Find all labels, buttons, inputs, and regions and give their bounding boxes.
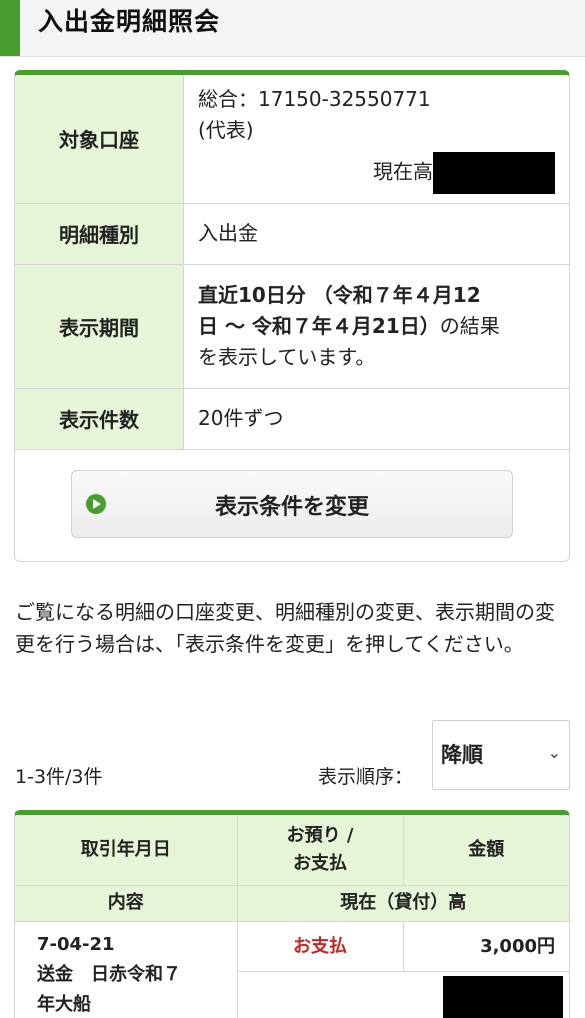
row-amount: 3,000円: [403, 921, 569, 972]
row-detail-cell: 7-04-21 送金 日赤令和７ 年大船: [15, 921, 238, 1018]
sort-order-value: 降順: [441, 743, 483, 767]
period-label: 表示期間: [15, 264, 184, 389]
header-accent-bar: [0, 0, 20, 56]
col-type: お預り / お支払: [237, 815, 404, 886]
period-line-2: 日 ～ 令和７年４月21日）の結果: [198, 311, 555, 342]
row-desc-2: 年大船: [37, 993, 91, 1015]
col-balance: 現在（貸付）高: [237, 885, 569, 922]
page-header: 入出金明細照会: [0, 0, 585, 57]
period-cell: 直近10日分 （令和７年４月12 日 ～ 令和７年４月21日）の結果 を表示して…: [183, 264, 569, 389]
button-area: 表示条件を変更: [15, 450, 569, 562]
balance-redacted: [433, 151, 555, 194]
row-balance-cell: [237, 971, 569, 1018]
col-date: 取引年月日: [15, 815, 238, 886]
kind-value: 入出金: [183, 203, 569, 265]
period-line-3: を表示しています。: [198, 344, 376, 369]
account-number: 総合：17150-32550771: [198, 86, 431, 111]
change-conditions-label: 表示条件を変更: [214, 494, 369, 520]
table-row: 7-04-21 送金 日赤令和７ 年大船 お支払 3,000円: [15, 921, 569, 1018]
kind-label: 明細種別: [15, 203, 184, 265]
transactions-table: 取引年月日 お預り / お支払 金額 内容 現在（貸付）高 7-04-21 送金…: [15, 815, 569, 1018]
period-rest-1: の結果: [439, 313, 500, 338]
balance-line: 現在高: [198, 151, 555, 194]
instruction-text: ご覧になる明細の口座変更、明細種別の変更、表示期間の変更を行う場合は、「表示条件…: [15, 600, 555, 656]
sort-order-label: 表示順序：: [318, 766, 414, 788]
row-type: お支払: [237, 921, 404, 972]
condition-table: 対象口座 総合：17150-32550771 (代表) 現在高 明細種別 入出金…: [15, 75, 569, 450]
period-line-1: 直近10日分 （令和７年４月12: [198, 282, 481, 307]
col-type-line-2: お支払: [293, 852, 347, 874]
condition-card: 対象口座 総合：17150-32550771 (代表) 現在高 明細種別 入出金…: [14, 70, 570, 562]
account-rep: (代表): [198, 117, 254, 142]
balance-label: 現在高: [373, 159, 433, 184]
row-date: 7-04-21: [37, 933, 115, 955]
page-title: 入出金明細照会: [38, 7, 221, 36]
row-balance-redacted: [443, 975, 563, 1018]
row-desc-1: 送金 日赤令和７: [37, 963, 181, 985]
result-count: 1-3件/3件: [15, 766, 103, 788]
account-cell: 総合：17150-32550771 (代表) 現在高: [183, 75, 569, 204]
transactions-table-wrap: 取引年月日 お預り / お支払 金額 内容 現在（貸付）高 7-04-21 送金…: [14, 810, 570, 1018]
col-type-line-1: お預り /: [286, 824, 354, 846]
count-value: 20件ずつ: [183, 388, 569, 450]
count-label: 表示件数: [15, 388, 184, 450]
col-content: 内容: [15, 885, 238, 922]
period-bold-2: 日 ～ 令和７年４月21日）: [198, 313, 440, 338]
chevron-down-icon: ⌄: [547, 743, 561, 762]
change-conditions-button[interactable]: 表示条件を変更: [71, 469, 513, 538]
account-label: 対象口座: [15, 75, 184, 204]
col-amount: 金額: [403, 815, 569, 886]
sort-order-select[interactable]: 降順 ⌄: [432, 720, 570, 790]
